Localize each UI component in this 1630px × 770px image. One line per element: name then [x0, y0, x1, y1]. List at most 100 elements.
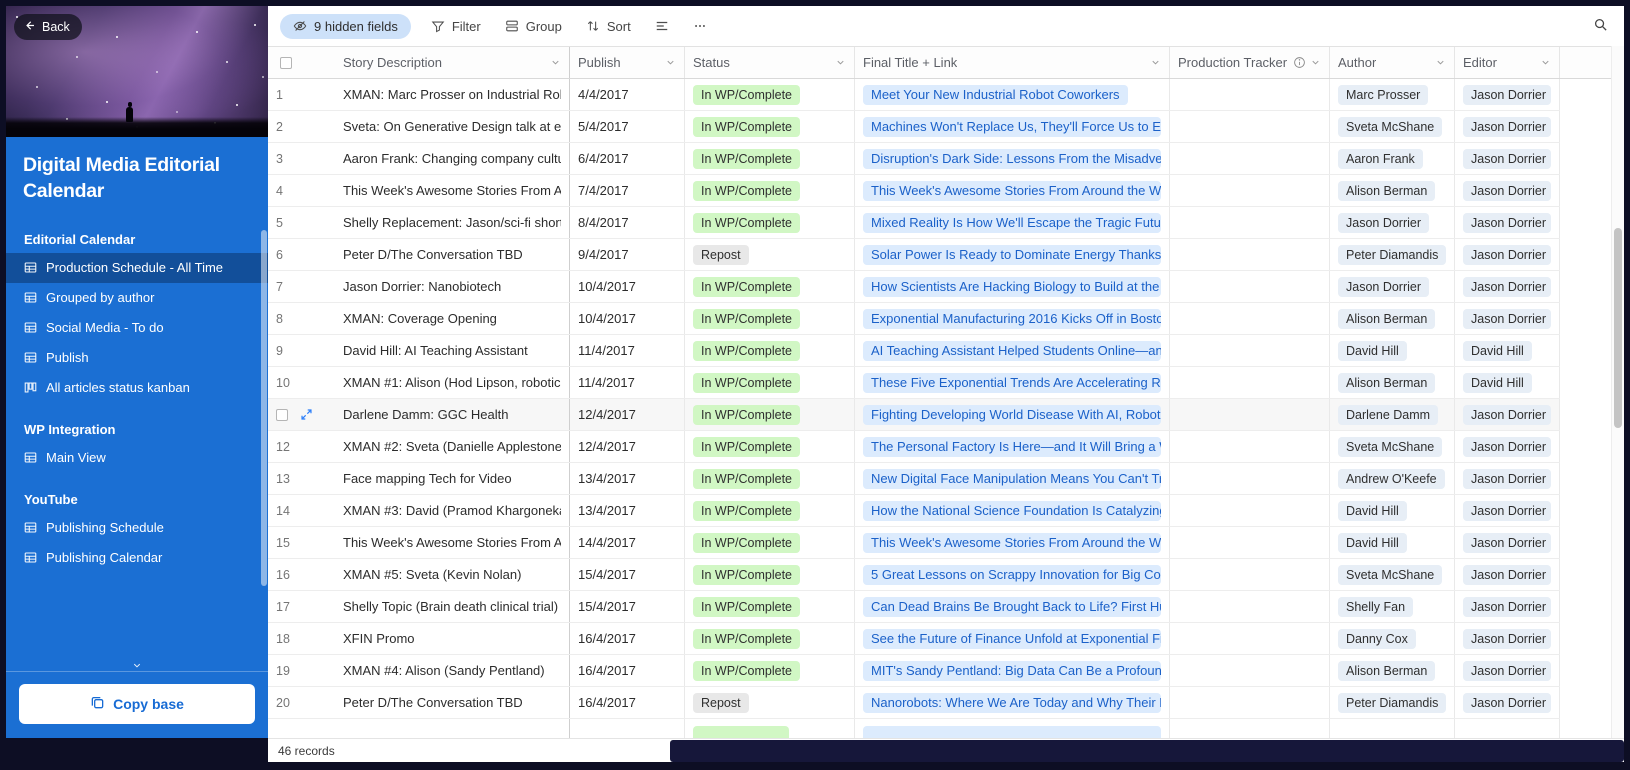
status-cell[interactable]: In WP/Complete — [685, 303, 855, 334]
final-title-link[interactable]: Exponential Manufacturing 2016 Kicks Off… — [863, 309, 1161, 329]
table-row[interactable] — [268, 719, 1560, 738]
final-title-cell[interactable]: Nanorobots: Where We Are Today and Why T… — [855, 687, 1170, 718]
row-number-cell[interactable]: 4 — [268, 175, 335, 206]
status-cell[interactable]: In WP/Complete — [685, 335, 855, 366]
production-tracker-cell[interactable] — [1170, 463, 1330, 494]
publish-date-cell[interactable]: 14/4/2017 — [570, 527, 685, 558]
status-cell[interactable]: In WP/Complete — [685, 463, 855, 494]
publish-date-cell[interactable]: 10/4/2017 — [570, 303, 685, 334]
table-row[interactable]: 8XMAN: Coverage Opening10/4/2017In WP/Co… — [268, 303, 1560, 335]
final-title-link[interactable]: These Five Exponential Trends Are Accele… — [863, 373, 1161, 393]
editor-cell[interactable] — [1455, 719, 1560, 738]
production-tracker-cell[interactable] — [1170, 687, 1330, 718]
final-title-link[interactable]: Fighting Developing World Disease With A… — [863, 405, 1161, 425]
vertical-scrollbar-thumb[interactable] — [1614, 228, 1622, 428]
status-cell[interactable]: In WP/Complete — [685, 271, 855, 302]
story-description-cell[interactable]: XMAN #2: Sveta (Danielle Applestone) — [335, 431, 570, 462]
status-cell[interactable]: In WP/Complete — [685, 143, 855, 174]
publish-date-cell[interactable]: 4/4/2017 — [570, 79, 685, 110]
editor-pill[interactable]: Jason Dorrier — [1463, 469, 1551, 489]
editor-cell[interactable]: Jason Dorrier — [1455, 79, 1560, 110]
status-cell[interactable] — [685, 719, 855, 738]
story-description-cell[interactable]: David Hill: AI Teaching Assistant — [335, 335, 570, 366]
production-tracker-cell[interactable] — [1170, 271, 1330, 302]
column-header-author[interactable]: Author — [1330, 47, 1455, 78]
editor-cell[interactable]: Jason Dorrier — [1455, 399, 1560, 430]
sidebar-item-production-schedule-all-time[interactable]: Production Schedule - All Time — [6, 253, 268, 283]
author-pill[interactable]: Alison Berman — [1338, 373, 1435, 393]
editor-pill[interactable]: Jason Dorrier — [1463, 437, 1551, 457]
row-number-cell[interactable]: 18 — [268, 623, 335, 654]
final-title-link[interactable]: MIT's Sandy Pentland: Big Data Can Be a … — [863, 661, 1161, 681]
author-pill[interactable]: Shelly Fan — [1338, 597, 1413, 617]
row-number-cell[interactable]: 13 — [268, 463, 335, 494]
story-description-cell[interactable]: XMAN #1: Alison (Hod Lipson, robotics) — [335, 367, 570, 398]
publish-date-cell[interactable]: 9/4/2017 — [570, 239, 685, 270]
author-pill[interactable]: Sveta McShane — [1338, 117, 1442, 137]
row-number-cell[interactable]: 15 — [268, 527, 335, 558]
story-description-cell[interactable]: Darlene Damm: GGC Health — [335, 399, 570, 430]
final-title-link[interactable]: AI Teaching Assistant Helped Students On… — [863, 341, 1161, 361]
horizontal-scrollbar-thumb[interactable] — [670, 740, 1624, 762]
expand-icon[interactable] — [300, 408, 313, 421]
row-number-cell[interactable]: 3 — [268, 143, 335, 174]
story-description-cell[interactable]: XMAN #3: David (Pramod Khargonekar) — [335, 495, 570, 526]
story-description-cell[interactable]: XFIN Promo — [335, 623, 570, 654]
author-pill[interactable]: David Hill — [1338, 533, 1407, 553]
editor-cell[interactable]: Jason Dorrier — [1455, 143, 1560, 174]
table-row[interactable]: 2Sveta: On Generative Design talk at e.g… — [268, 111, 1560, 143]
final-title-cell[interactable]: MIT's Sandy Pentland: Big Data Can Be a … — [855, 655, 1170, 686]
publish-date-cell[interactable]: 5/4/2017 — [570, 111, 685, 142]
final-title-cell[interactable]: Solar Power Is Ready to Dominate Energy … — [855, 239, 1170, 270]
editor-cell[interactable]: Jason Dorrier — [1455, 559, 1560, 590]
author-pill[interactable]: Danny Cox — [1338, 629, 1416, 649]
table-row[interactable]: 4This Week's Awesome Stories From Ar...7… — [268, 175, 1560, 207]
publish-date-cell[interactable]: 16/4/2017 — [570, 687, 685, 718]
final-title-link[interactable]: Machines Won't Replace Us, They'll Force… — [863, 117, 1161, 137]
status-cell[interactable]: In WP/Complete — [685, 527, 855, 558]
story-description-cell[interactable]: XMAN: Marc Prosser on Industrial Rob... — [335, 79, 570, 110]
editor-cell[interactable]: Jason Dorrier — [1455, 271, 1560, 302]
publish-date-cell[interactable]: 12/4/2017 — [570, 431, 685, 462]
final-title-link[interactable]: See the Future of Finance Unfold at Expo… — [863, 629, 1161, 649]
production-tracker-cell[interactable] — [1170, 335, 1330, 366]
final-title-link[interactable]: This Week's Awesome Stories From Around … — [863, 533, 1161, 553]
editor-pill[interactable]: Jason Dorrier — [1463, 309, 1551, 329]
editor-pill[interactable]: Jason Dorrier — [1463, 661, 1551, 681]
final-title-link[interactable]: New Digital Face Manipulation Means You … — [863, 469, 1161, 489]
production-tracker-cell[interactable] — [1170, 399, 1330, 430]
publish-date-cell[interactable] — [570, 719, 685, 738]
final-title-cell[interactable]: 5 Great Lessons on Scrappy Innovation fo… — [855, 559, 1170, 590]
production-tracker-cell[interactable] — [1170, 367, 1330, 398]
author-cell[interactable]: Sveta McShane — [1330, 559, 1455, 590]
table-row[interactable]: Darlene Damm: GGC Health12/4/2017In WP/C… — [268, 399, 1560, 431]
author-pill[interactable]: Alison Berman — [1338, 181, 1435, 201]
final-title-link[interactable]: How the National Science Foundation Is C… — [863, 501, 1161, 521]
column-header-production-tracker[interactable]: Production Tracker — [1170, 47, 1330, 78]
author-cell[interactable]: Alison Berman — [1330, 175, 1455, 206]
final-title-link[interactable]: Meet Your New Industrial Robot Coworkers — [863, 85, 1128, 105]
publish-date-cell[interactable]: 8/4/2017 — [570, 207, 685, 238]
table-row[interactable]: 14XMAN #3: David (Pramod Khargonekar)13/… — [268, 495, 1560, 527]
author-cell[interactable]: David Hill — [1330, 495, 1455, 526]
vertical-scrollbar[interactable] — [1611, 46, 1624, 738]
production-tracker-cell[interactable] — [1170, 175, 1330, 206]
author-pill[interactable]: Peter Diamandis — [1338, 245, 1446, 265]
status-cell[interactable]: Repost — [685, 239, 855, 270]
author-cell[interactable]: Peter Diamandis — [1330, 687, 1455, 718]
table-row[interactable]: 5Shelly Replacement: Jason/sci-fi short8… — [268, 207, 1560, 239]
column-header-publish[interactable]: Publish — [570, 47, 685, 78]
author-cell[interactable]: David Hill — [1330, 335, 1455, 366]
final-title-cell[interactable]: Meet Your New Industrial Robot Coworkers — [855, 79, 1170, 110]
author-pill[interactable]: Marc Prosser — [1338, 85, 1428, 105]
final-title-cell[interactable]: New Digital Face Manipulation Means You … — [855, 463, 1170, 494]
table-row[interactable]: 15This Week's Awesome Stories From Ar...… — [268, 527, 1560, 559]
story-description-cell[interactable]: Shelly Replacement: Jason/sci-fi short — [335, 207, 570, 238]
author-pill[interactable]: Sveta McShane — [1338, 565, 1442, 585]
final-title-cell[interactable]: Exponential Manufacturing 2016 Kicks Off… — [855, 303, 1170, 334]
story-description-cell[interactable]: Peter D/The Conversation TBD — [335, 239, 570, 270]
editor-pill[interactable]: Jason Dorrier — [1463, 213, 1551, 233]
table-row[interactable]: 13Face mapping Tech for Video13/4/2017In… — [268, 463, 1560, 495]
publish-date-cell[interactable]: 13/4/2017 — [570, 463, 685, 494]
status-cell[interactable]: In WP/Complete — [685, 399, 855, 430]
